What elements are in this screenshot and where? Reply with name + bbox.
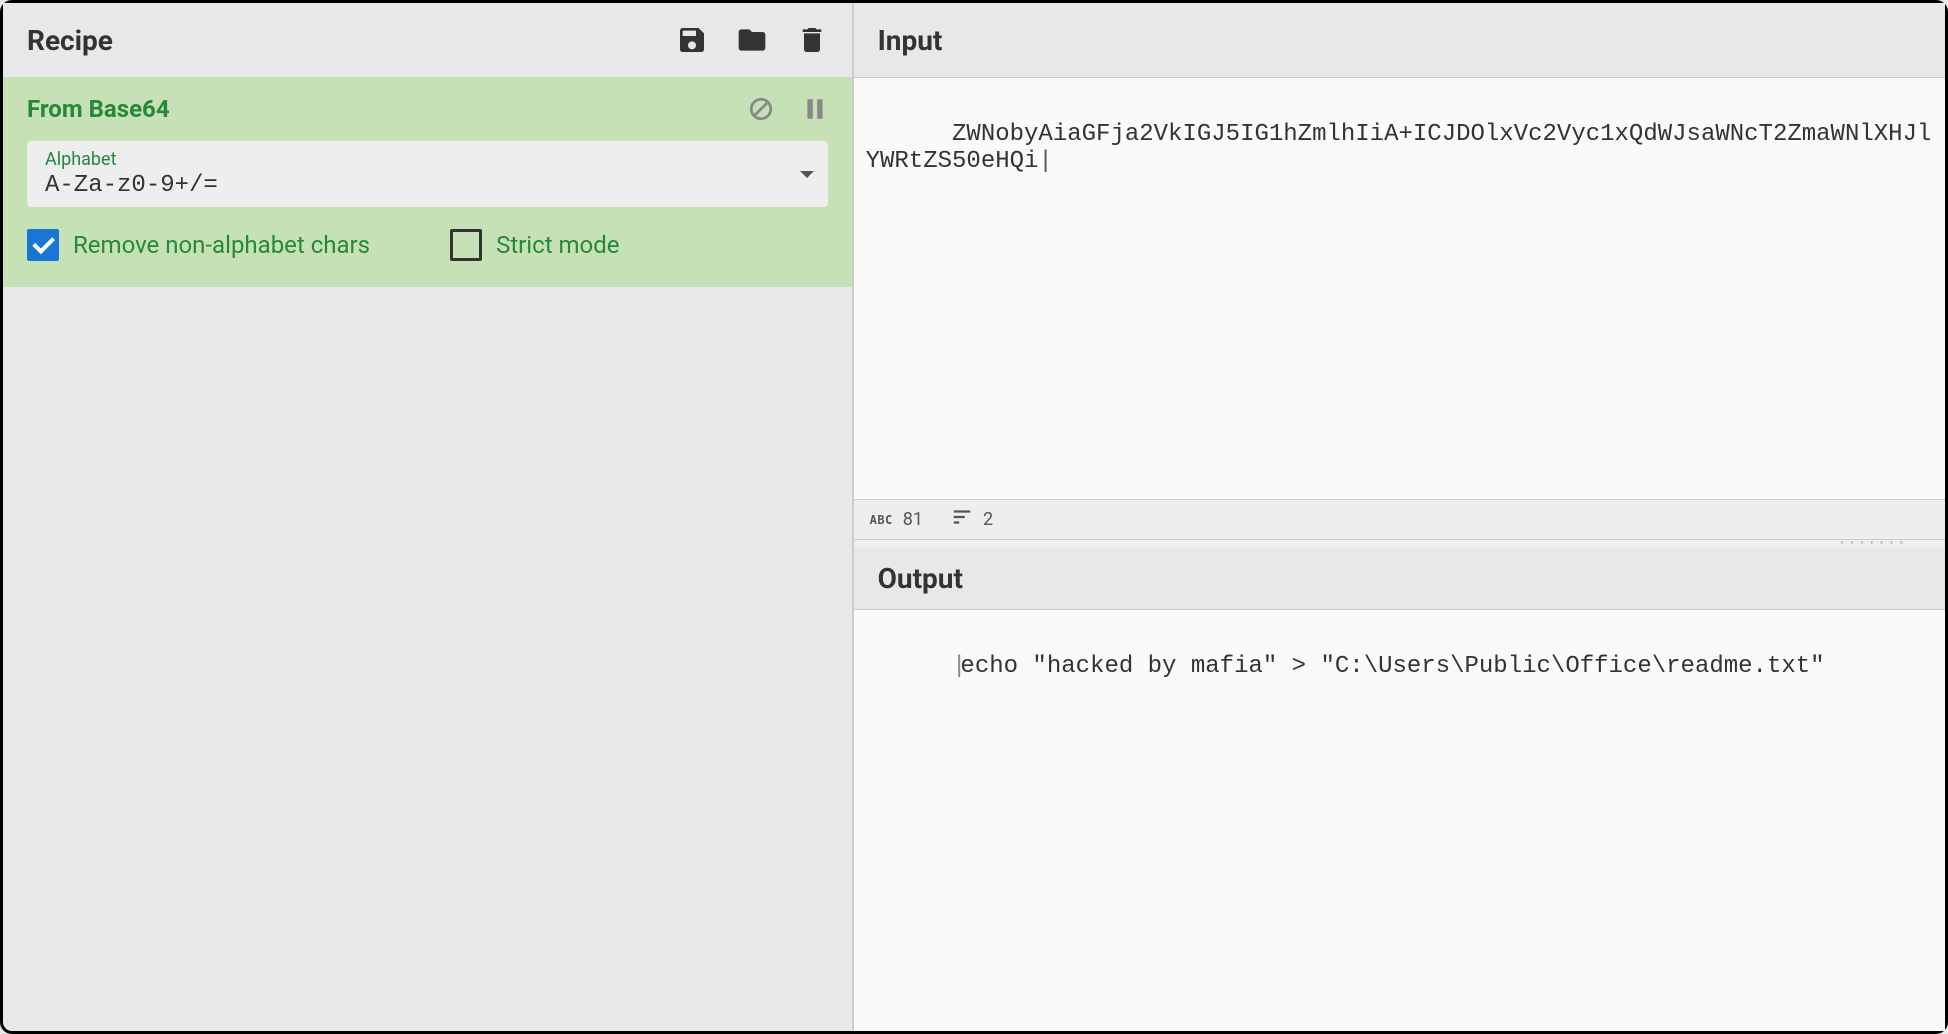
recipe-body: From Base64 Alphabet A-Za-z0-9+/=	[3, 77, 852, 1031]
input-header: Input	[854, 3, 1945, 77]
alphabet-select-inner: Alphabet A-Za-z0-9+/=	[45, 149, 800, 199]
trash-icon[interactable]	[796, 24, 828, 56]
line-count: 2	[951, 506, 993, 533]
remove-non-alpha-label: Remove non-alphabet chars	[73, 231, 370, 259]
alphabet-label: Alphabet	[45, 149, 800, 170]
folder-icon[interactable]	[736, 24, 768, 56]
panel-resize-grip[interactable]: • • • • • • •	[854, 540, 1945, 548]
output-header: Output	[854, 548, 1945, 609]
lines-icon	[951, 506, 973, 533]
checkbox-unchecked-icon	[450, 229, 482, 261]
recipe-panel: Recipe From Base64 Alphabet	[3, 3, 854, 1031]
recipe-toolbar	[676, 24, 828, 56]
input-status-bar: ABC 81 2	[854, 499, 1945, 540]
operation-from-base64[interactable]: From Base64 Alphabet A-Za-z0-9+/=	[3, 77, 852, 287]
operation-checkboxes: Remove non-alphabet chars Strict mode	[27, 229, 828, 261]
input-text: ZWNobyAiaGFja2VkIGJ5IG1hZmlhIiA+ICJDOlxV…	[866, 121, 1932, 175]
strict-mode-label: Strict mode	[496, 231, 619, 259]
remove-non-alpha-checkbox[interactable]: Remove non-alphabet chars	[27, 229, 370, 261]
line-count-value: 2	[983, 509, 993, 530]
abc-icon: ABC	[870, 513, 893, 527]
pause-icon[interactable]	[802, 96, 828, 122]
recipe-title: Recipe	[27, 24, 113, 57]
io-panel: Input ZWNobyAiaGFja2VkIGJ5IG1hZmlhIiA+IC…	[854, 3, 1945, 1031]
input-textarea[interactable]: ZWNobyAiaGFja2VkIGJ5IG1hZmlhIiA+ICJDOlxV…	[854, 77, 1945, 499]
app-root: Recipe From Base64 Alphabet	[3, 3, 1945, 1031]
output-text: echo "hacked by mafia" > "C:\Users\Publi…	[952, 653, 1825, 680]
save-icon[interactable]	[676, 24, 708, 56]
char-count-value: 81	[903, 509, 923, 530]
operation-actions	[748, 96, 828, 122]
output-title: Output	[878, 562, 1921, 595]
char-count: ABC 81	[870, 509, 923, 530]
operation-title: From Base64	[27, 95, 170, 123]
checkbox-checked-icon	[27, 229, 59, 261]
alphabet-select[interactable]: Alphabet A-Za-z0-9+/=	[27, 141, 828, 207]
disable-icon[interactable]	[748, 96, 774, 122]
grip-dots-icon: • • • • • • •	[1840, 540, 1905, 548]
chevron-down-icon	[800, 171, 814, 178]
strict-mode-checkbox[interactable]: Strict mode	[450, 229, 619, 261]
operation-header: From Base64	[27, 95, 828, 123]
output-textarea[interactable]: echo "hacked by mafia" > "C:\Users\Publi…	[854, 609, 1945, 1031]
recipe-header: Recipe	[3, 3, 852, 77]
alphabet-value: A-Za-z0-9+/=	[45, 172, 800, 199]
input-title: Input	[878, 24, 943, 57]
